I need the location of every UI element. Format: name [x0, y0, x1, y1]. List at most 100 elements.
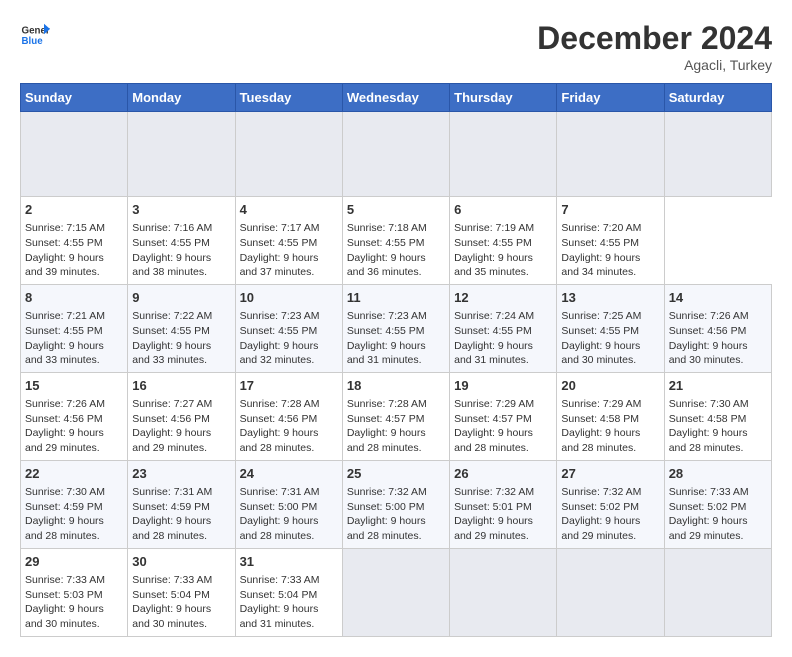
calendar-cell: 9Sunrise: 7:22 AMSunset: 4:55 PMDaylight…: [128, 284, 235, 372]
day-info: Daylight: 9 hours: [454, 251, 552, 266]
day-info: Sunset: 4:55 PM: [25, 236, 123, 251]
calendar-cell: 17Sunrise: 7:28 AMSunset: 4:56 PMDayligh…: [235, 372, 342, 460]
day-number: 25: [347, 465, 445, 483]
day-info: Sunrise: 7:30 AM: [669, 397, 767, 412]
header-sunday: Sunday: [21, 84, 128, 112]
day-number: 18: [347, 377, 445, 395]
day-info: Daylight: 9 hours: [25, 251, 123, 266]
calendar-cell: 2Sunrise: 7:15 AMSunset: 4:55 PMDaylight…: [21, 197, 128, 285]
day-info: Sunset: 5:00 PM: [240, 500, 338, 515]
day-info: and 33 minutes.: [132, 353, 230, 368]
day-info: Sunrise: 7:16 AM: [132, 221, 230, 236]
calendar-cell: [450, 112, 557, 197]
day-info: Daylight: 9 hours: [669, 514, 767, 529]
day-info: Sunset: 4:59 PM: [132, 500, 230, 515]
calendar-cell: 3 Sunrise: 7:16 AMSunset: 4:55 PMDaylight…: [128, 197, 235, 285]
day-info: Sunrise: 7:24 AM: [454, 309, 552, 324]
day-info: Daylight: 9 hours: [561, 514, 659, 529]
calendar-cell: [557, 548, 664, 636]
day-number: 4: [240, 201, 338, 219]
day-info: Daylight: 9 hours: [240, 339, 338, 354]
day-info: Sunset: 4:55 PM: [132, 236, 230, 251]
header-saturday: Saturday: [664, 84, 771, 112]
day-info: Sunset: 4:55 PM: [347, 236, 445, 251]
day-number: 12: [454, 289, 552, 307]
day-info: and 33 minutes.: [25, 353, 123, 368]
day-info: Sunrise: 7:33 AM: [25, 573, 123, 588]
day-info: Sunrise: 7:23 AM: [347, 309, 445, 324]
calendar-cell: 28Sunrise: 7:33 AMSunset: 5:02 PMDayligh…: [664, 460, 771, 548]
day-info: and 30 minutes.: [669, 353, 767, 368]
calendar-cell: 7Sunrise: 7:20 AMSunset: 4:55 PMDaylight…: [557, 197, 664, 285]
day-info: Sunrise: 7:31 AM: [240, 485, 338, 500]
day-info: and 28 minutes.: [132, 529, 230, 544]
day-info: Sunset: 5:02 PM: [669, 500, 767, 515]
header-row: SundayMondayTuesdayWednesdayThursdayFrid…: [21, 84, 772, 112]
day-info: Sunrise: 7:22 AM: [132, 309, 230, 324]
day-number: 10: [240, 289, 338, 307]
day-info: Sunrise: 7:32 AM: [561, 485, 659, 500]
calendar-cell: 16Sunrise: 7:27 AMSunset: 4:56 PMDayligh…: [128, 372, 235, 460]
day-info: Daylight: 9 hours: [454, 426, 552, 441]
day-info: Sunset: 4:55 PM: [132, 324, 230, 339]
day-number: 27: [561, 465, 659, 483]
header-tuesday: Tuesday: [235, 84, 342, 112]
day-number: 21: [669, 377, 767, 395]
day-info: Sunrise: 7:27 AM: [132, 397, 230, 412]
day-info: Sunset: 4:56 PM: [132, 412, 230, 427]
day-number: 24: [240, 465, 338, 483]
day-info: Daylight: 9 hours: [347, 339, 445, 354]
day-info: Daylight: 9 hours: [25, 602, 123, 617]
day-info: and 36 minutes.: [347, 265, 445, 280]
day-info: Daylight: 9 hours: [25, 339, 123, 354]
day-info: Daylight: 9 hours: [132, 251, 230, 266]
day-number: 26: [454, 465, 552, 483]
calendar-cell: 25Sunrise: 7:32 AMSunset: 5:00 PMDayligh…: [342, 460, 449, 548]
day-info: Daylight: 9 hours: [25, 514, 123, 529]
day-info: Sunset: 5:00 PM: [347, 500, 445, 515]
day-info: Sunrise: 7:21 AM: [25, 309, 123, 324]
week-row-1: 2Sunrise: 7:15 AMSunset: 4:55 PMDaylight…: [21, 197, 772, 285]
day-info: Sunrise: 7:33 AM: [240, 573, 338, 588]
header-monday: Monday: [128, 84, 235, 112]
calendar-cell: [664, 112, 771, 197]
day-info: Daylight: 9 hours: [347, 251, 445, 266]
day-info: and 28 minutes.: [240, 529, 338, 544]
day-number: 28: [669, 465, 767, 483]
day-info: Daylight: 9 hours: [561, 426, 659, 441]
calendar-cell: 30Sunrise: 7:33 AMSunset: 5:04 PMDayligh…: [128, 548, 235, 636]
day-info: Sunrise: 7:20 AM: [561, 221, 659, 236]
day-info: and 28 minutes.: [454, 441, 552, 456]
day-info: Sunset: 4:55 PM: [454, 236, 552, 251]
calendar-cell: 21Sunrise: 7:30 AMSunset: 4:58 PMDayligh…: [664, 372, 771, 460]
day-info: Sunset: 4:57 PM: [454, 412, 552, 427]
day-info: Daylight: 9 hours: [240, 602, 338, 617]
day-number: 30: [132, 553, 230, 571]
day-info: and 31 minutes.: [240, 617, 338, 632]
header-wednesday: Wednesday: [342, 84, 449, 112]
calendar-cell: 27Sunrise: 7:32 AMSunset: 5:02 PMDayligh…: [557, 460, 664, 548]
day-info: Daylight: 9 hours: [240, 251, 338, 266]
day-info: Daylight: 9 hours: [454, 339, 552, 354]
day-info: and 28 minutes.: [240, 441, 338, 456]
day-number: 3: [132, 201, 230, 219]
day-info: Sunset: 5:03 PM: [25, 588, 123, 603]
day-info: Daylight: 9 hours: [347, 426, 445, 441]
day-number: 20: [561, 377, 659, 395]
day-info: Daylight: 9 hours: [347, 514, 445, 529]
week-row-0: [21, 112, 772, 197]
calendar-cell: 11Sunrise: 7:23 AMSunset: 4:55 PMDayligh…: [342, 284, 449, 372]
calendar-cell: 31Sunrise: 7:33 AMSunset: 5:04 PMDayligh…: [235, 548, 342, 636]
header-friday: Friday: [557, 84, 664, 112]
day-info: Sunset: 4:56 PM: [669, 324, 767, 339]
day-number: 23: [132, 465, 230, 483]
day-info: Sunrise: 7:32 AM: [454, 485, 552, 500]
calendar-cell: [342, 548, 449, 636]
logo: General Blue: [20, 20, 50, 50]
day-info: and 29 minutes.: [132, 441, 230, 456]
day-number: 11: [347, 289, 445, 307]
day-info: Daylight: 9 hours: [240, 426, 338, 441]
day-info: Sunrise: 7:29 AM: [561, 397, 659, 412]
title-block: December 2024 Agacli, Turkey: [537, 20, 772, 73]
calendar-cell: 4Sunrise: 7:17 AMSunset: 4:55 PMDaylight…: [235, 197, 342, 285]
